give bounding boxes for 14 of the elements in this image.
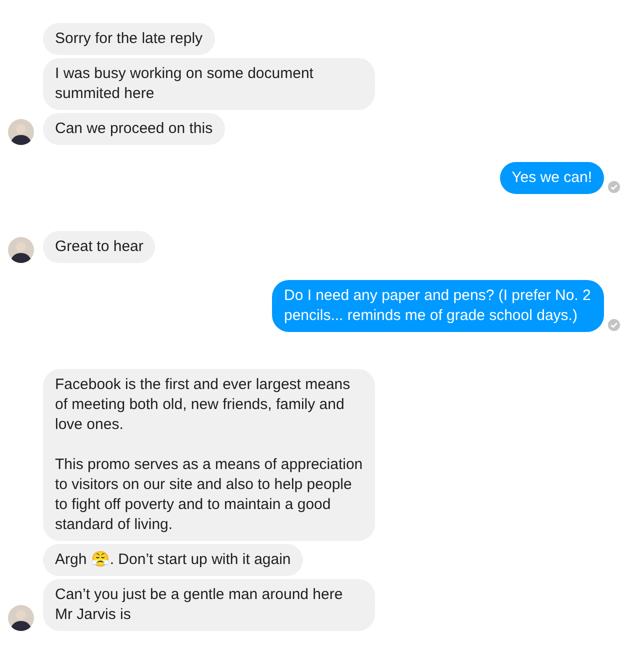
message-bubble: Can we proceed on this	[43, 113, 225, 145]
avatar-icon	[8, 119, 34, 145]
check-icon	[608, 181, 620, 193]
message-bubble: Sorry for the late reply	[43, 23, 215, 55]
message-bubble: Facebook is the first and ever largest means of meeting both old, new friends, family and love ones. This promo serves as a means of appreciation to visitors on our site and also to help people to fight off poverty and to maintain a good standard of living.	[43, 369, 375, 541]
message-bubble: Great to hear	[43, 231, 156, 263]
message-bubble: Argh 😤. Don’t start up with it again	[43, 544, 303, 576]
message-bubble: I was busy working on some document summited here	[43, 58, 375, 110]
message-bubble: Can’t you just be a gentle man around here Mr Jarvis is	[43, 579, 375, 631]
avatar-icon	[8, 237, 34, 263]
avatar-icon	[8, 605, 34, 631]
message-bubble: Yes we can!	[500, 162, 604, 194]
message-bubble: Do I need any paper and pens? (I prefer No. 2 pencils... reminds me of grade school days.)	[272, 280, 604, 332]
check-icon	[608, 319, 620, 331]
